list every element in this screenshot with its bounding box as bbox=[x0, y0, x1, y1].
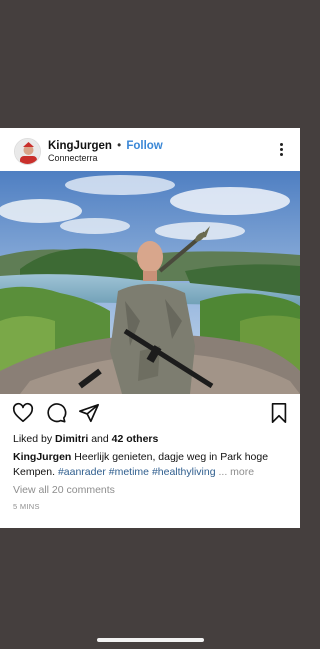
follow-button[interactable]: Follow bbox=[126, 140, 162, 152]
liked-by-others[interactable]: 42 others bbox=[112, 433, 159, 445]
post-card: KingJurgen • Follow Connecterra Liked by… bbox=[0, 128, 300, 528]
likes-summary[interactable]: Liked by Dimitri and 42 others bbox=[13, 433, 158, 445]
post-header: KingJurgen • Follow Connecterra bbox=[0, 128, 300, 171]
liked-by-and: and bbox=[91, 433, 109, 445]
post-timestamp: 5 MINS bbox=[13, 502, 40, 511]
avatar[interactable] bbox=[14, 138, 41, 165]
heart-icon[interactable] bbox=[12, 402, 34, 424]
hashtag[interactable]: #healthyliving bbox=[152, 466, 216, 478]
hashtag[interactable]: #aanrader bbox=[58, 466, 106, 478]
liked-by-user[interactable]: Dimitri bbox=[55, 433, 88, 445]
send-icon[interactable] bbox=[78, 402, 100, 424]
home-indicator[interactable] bbox=[97, 638, 204, 642]
app-screen: KingJurgen • Follow Connecterra Liked by… bbox=[0, 0, 300, 649]
caption-username[interactable]: KingJurgen bbox=[13, 451, 71, 463]
liked-by-prefix: Liked by bbox=[13, 433, 53, 445]
more-options-icon[interactable] bbox=[274, 142, 288, 158]
post-image[interactable] bbox=[0, 171, 300, 394]
caption-more-link[interactable]: ... more bbox=[219, 466, 255, 478]
comment-icon[interactable] bbox=[45, 402, 67, 424]
action-bar bbox=[0, 394, 300, 430]
separator-dot: • bbox=[117, 140, 122, 152]
username[interactable]: KingJurgen bbox=[48, 140, 112, 152]
hashtag[interactable]: #metime bbox=[109, 466, 149, 478]
view-comments-link[interactable]: View all 20 comments bbox=[13, 484, 115, 496]
post-caption: KingJurgen Heerlijk genieten, dagje weg … bbox=[13, 450, 288, 480]
user-line: KingJurgen • Follow bbox=[48, 139, 163, 153]
location-label[interactable]: Connecterra bbox=[48, 153, 98, 163]
bookmark-icon[interactable] bbox=[268, 402, 290, 424]
